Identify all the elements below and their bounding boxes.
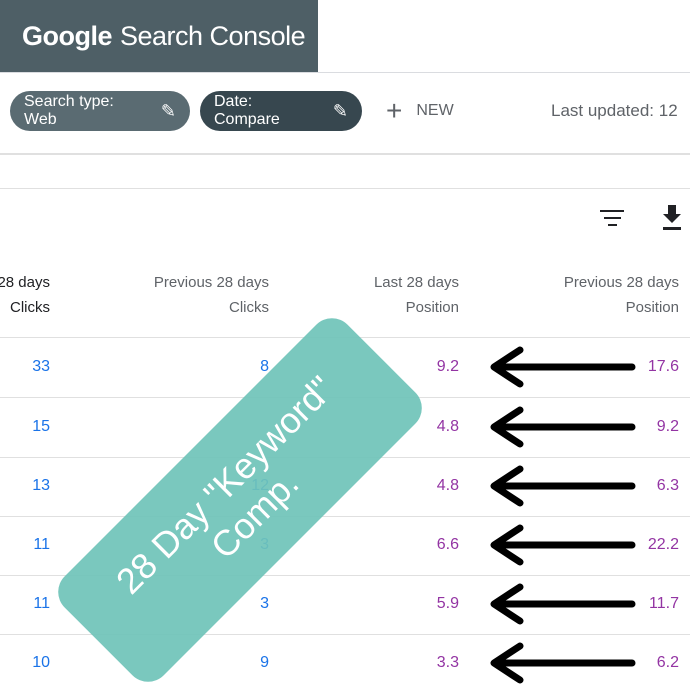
cell-clicks: 33 <box>32 358 50 375</box>
cell-position: 6.6 <box>436 536 459 553</box>
last-updated-text: Last updated: 12 <box>551 101 678 120</box>
filter-bar: Search type: Web ✎ Date: Compare ✎ + NEW… <box>0 73 690 153</box>
column-header-line2: Clicks <box>229 299 269 316</box>
cell-prev-position: 6.2 <box>656 654 679 671</box>
column-header-line1: Previous 28 days <box>153 274 269 291</box>
cell-position: 4.8 <box>436 418 459 435</box>
search-type-chip[interactable]: Search type: Web ✎ <box>10 91 190 131</box>
column-header-line1: Previous 28 days <box>563 274 679 291</box>
filter-icon[interactable] <box>599 203 625 231</box>
cell-clicks: 10 <box>32 654 50 671</box>
left-arrow-icon <box>490 346 636 388</box>
left-arrow-icon <box>490 406 636 448</box>
column-header-line2: Position <box>405 299 459 316</box>
left-arrow-icon <box>490 642 636 684</box>
column-header-line1: 28 days <box>0 274 50 291</box>
pencil-icon: ✎ <box>160 100 176 121</box>
cell-clicks: 11 <box>33 536 50 553</box>
left-arrow-icon <box>490 465 636 507</box>
cell-prev-position: 9.2 <box>656 418 679 435</box>
column-header-position[interactable]: Last 28 days Position <box>319 270 459 320</box>
brand-product: Search Console <box>120 20 306 51</box>
column-header-line1: Last 28 days <box>373 274 459 291</box>
column-header-prev-clicks[interactable]: Previous 28 days Clicks <box>109 270 269 320</box>
date-chip[interactable]: Date: Compare ✎ <box>200 91 362 131</box>
tabs-divider <box>0 153 690 155</box>
toolbar-divider <box>0 188 690 189</box>
column-header-line2: Position <box>625 299 679 316</box>
brand-google: Google <box>22 20 113 51</box>
cell-clicks: 11 <box>33 595 50 612</box>
search-type-label: Search type: Web <box>24 93 114 128</box>
cell-clicks: 13 <box>32 477 50 494</box>
column-header-line2: Clicks <box>10 299 50 316</box>
column-header-clicks[interactable]: 28 days Clicks <box>0 270 50 320</box>
cell-prev-position: 22.2 <box>647 536 679 553</box>
cell-position: 5.9 <box>436 595 459 612</box>
left-arrow-icon <box>490 524 636 566</box>
cell-position: 9.2 <box>436 358 459 375</box>
left-arrow-icon <box>490 583 636 625</box>
cell-prev-position: 11.7 <box>649 595 679 612</box>
date-label: Date: Compare <box>214 93 280 128</box>
cell-prev-position: 17.6 <box>647 358 679 375</box>
cell-prev-position: 6.3 <box>656 477 679 494</box>
cell-position: 4.8 <box>436 477 459 494</box>
pencil-icon: ✎ <box>332 100 348 121</box>
cell-prev-clicks: 9 <box>260 654 269 671</box>
plus-icon: + <box>386 95 403 126</box>
column-header-prev-position[interactable]: Previous 28 days Position <box>519 270 679 320</box>
cell-position: 3.3 <box>436 654 459 671</box>
cell-clicks: 15 <box>32 418 50 435</box>
app-brand: Google Search Console <box>0 0 318 72</box>
download-icon[interactable] <box>660 203 684 231</box>
new-filter-button[interactable]: + NEW <box>386 91 454 131</box>
cell-prev-clicks: 3 <box>260 595 269 612</box>
new-label: NEW <box>416 102 454 119</box>
